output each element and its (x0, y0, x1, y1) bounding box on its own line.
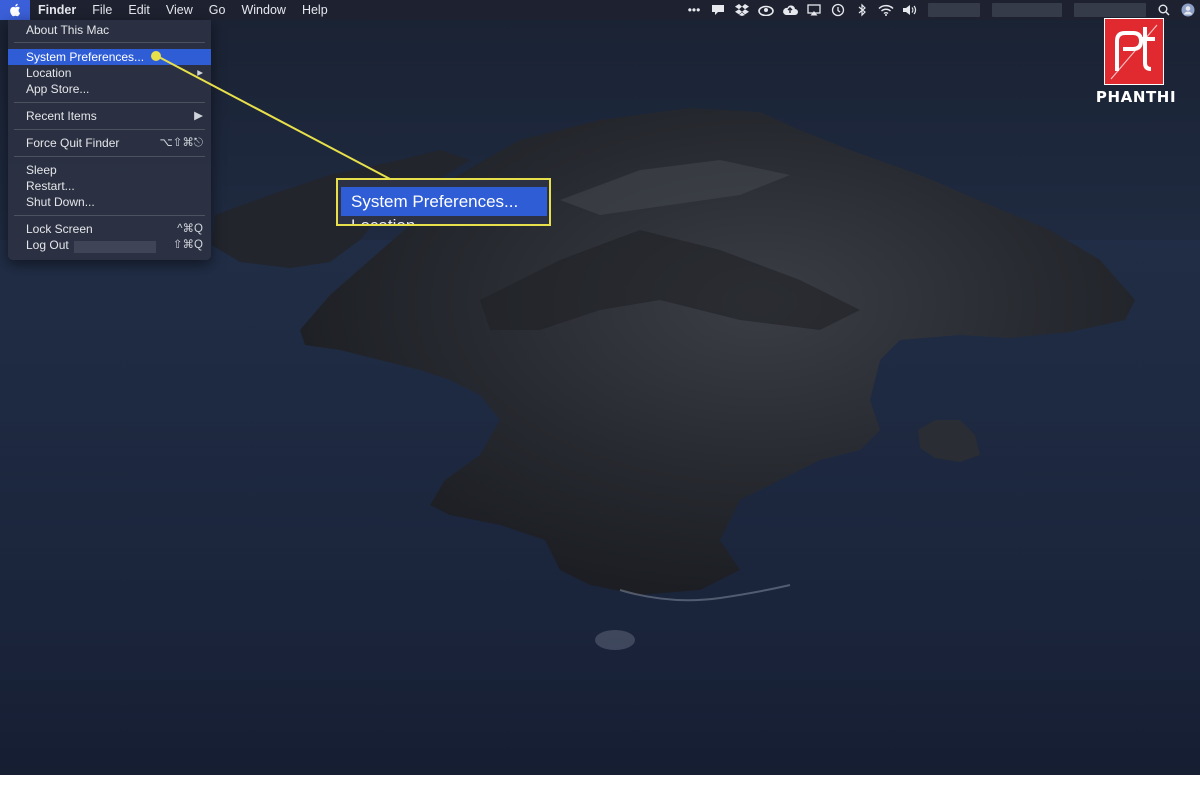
menu-item-force-quit[interactable]: Force Quit Finder ⌥⇧⌘⎋ (8, 135, 211, 151)
menu-shortcut: ⌥⇧⌘⎋ (159, 137, 203, 149)
menu-item-label: Shut Down... (26, 195, 95, 209)
menu-item-about-this-mac[interactable]: About This Mac (8, 22, 211, 38)
menu-item-label: Lock Screen (26, 222, 93, 236)
menu-item-label: Log Out (26, 238, 69, 252)
menu-item-location[interactable]: Location ▸ (8, 65, 211, 81)
surf-rock (595, 630, 635, 650)
menu-shortcut: ⇧⌘Q (172, 239, 203, 251)
menu-view[interactable]: View (158, 0, 201, 20)
menu-item-app-store[interactable]: App Store... (8, 81, 211, 97)
volume-icon[interactable] (898, 0, 922, 20)
dots-icon[interactable]: ••• (682, 0, 706, 20)
status-area: ••• (682, 0, 1200, 20)
redacted-username (74, 241, 156, 253)
redacted-status-3 (1074, 3, 1146, 17)
menu-item-system-preferences[interactable]: System Preferences... (8, 49, 211, 65)
apple-icon (10, 3, 20, 17)
wifi-icon[interactable] (874, 0, 898, 20)
menu-item-lock-screen[interactable]: Lock Screen ^⌘Q (8, 221, 211, 237)
redacted-status-1 (928, 3, 980, 17)
user-avatar-icon[interactable] (1176, 0, 1200, 20)
menu-item-label: App Store... (26, 82, 90, 96)
menu-edit[interactable]: Edit (120, 0, 158, 20)
menu-separator (14, 215, 205, 216)
menu-item-recent-items[interactable]: Recent Items ▶ (8, 108, 211, 124)
callout-location: Location (351, 216, 416, 226)
menu-item-label: Location (26, 66, 72, 80)
redacted-status-2 (992, 3, 1062, 17)
menu-separator (14, 102, 205, 103)
menu-separator (14, 156, 205, 157)
menu-window[interactable]: Window (233, 0, 293, 20)
menu-finder[interactable]: Finder (30, 0, 84, 20)
menu-bar: Finder File Edit View Go Window Help ••• (0, 0, 1200, 20)
menu-help[interactable]: Help (294, 0, 336, 20)
submenu-arrow-icon: ▶ (194, 110, 203, 122)
apple-menu-button[interactable] (0, 0, 30, 20)
time-machine-icon[interactable] (826, 0, 850, 20)
airplay-icon[interactable] (802, 0, 826, 20)
menu-shortcut: ^⌘Q (177, 223, 203, 235)
menu-item-shut-down[interactable]: Shut Down... (8, 194, 211, 210)
menu-item-label: Sleep (26, 163, 57, 177)
bluetooth-icon[interactable] (850, 0, 874, 20)
menu-item-label: System Preferences... (26, 50, 145, 64)
notification-icon[interactable] (706, 0, 730, 20)
menu-separator (14, 42, 205, 43)
dropbox-icon[interactable] (730, 0, 754, 20)
desktop: Finder File Edit View Go Window Help ••• (0, 0, 1200, 775)
menu-item-label: Recent Items (26, 109, 97, 123)
callout-system-preferences: System Preferences... (341, 187, 547, 216)
menu-item-label: Restart... (26, 179, 75, 193)
apple-menu-dropdown: About This Mac System Preferences... Loc… (8, 20, 211, 260)
logo-wordmark: PHANTHI (1095, 88, 1177, 106)
cloud-upload-icon[interactable] (778, 0, 802, 20)
submenu-arrow-icon: ▸ (197, 67, 203, 79)
menu-go[interactable]: Go (201, 0, 234, 20)
menu-item-restart[interactable]: Restart... (8, 178, 211, 194)
menu-file[interactable]: File (84, 0, 120, 20)
menu-separator (14, 129, 205, 130)
creative-cloud-icon[interactable] (754, 0, 778, 20)
menu-item-label: About This Mac (26, 23, 110, 37)
zoom-callout: System Preferences... Location (336, 178, 551, 226)
search-icon[interactable] (1152, 0, 1176, 20)
phanthi-logo: PHANTHI (1086, 18, 1188, 108)
menu-item-label: Force Quit Finder (26, 136, 120, 150)
menu-item-sleep[interactable]: Sleep (8, 162, 211, 178)
logo-mark (1104, 18, 1164, 85)
